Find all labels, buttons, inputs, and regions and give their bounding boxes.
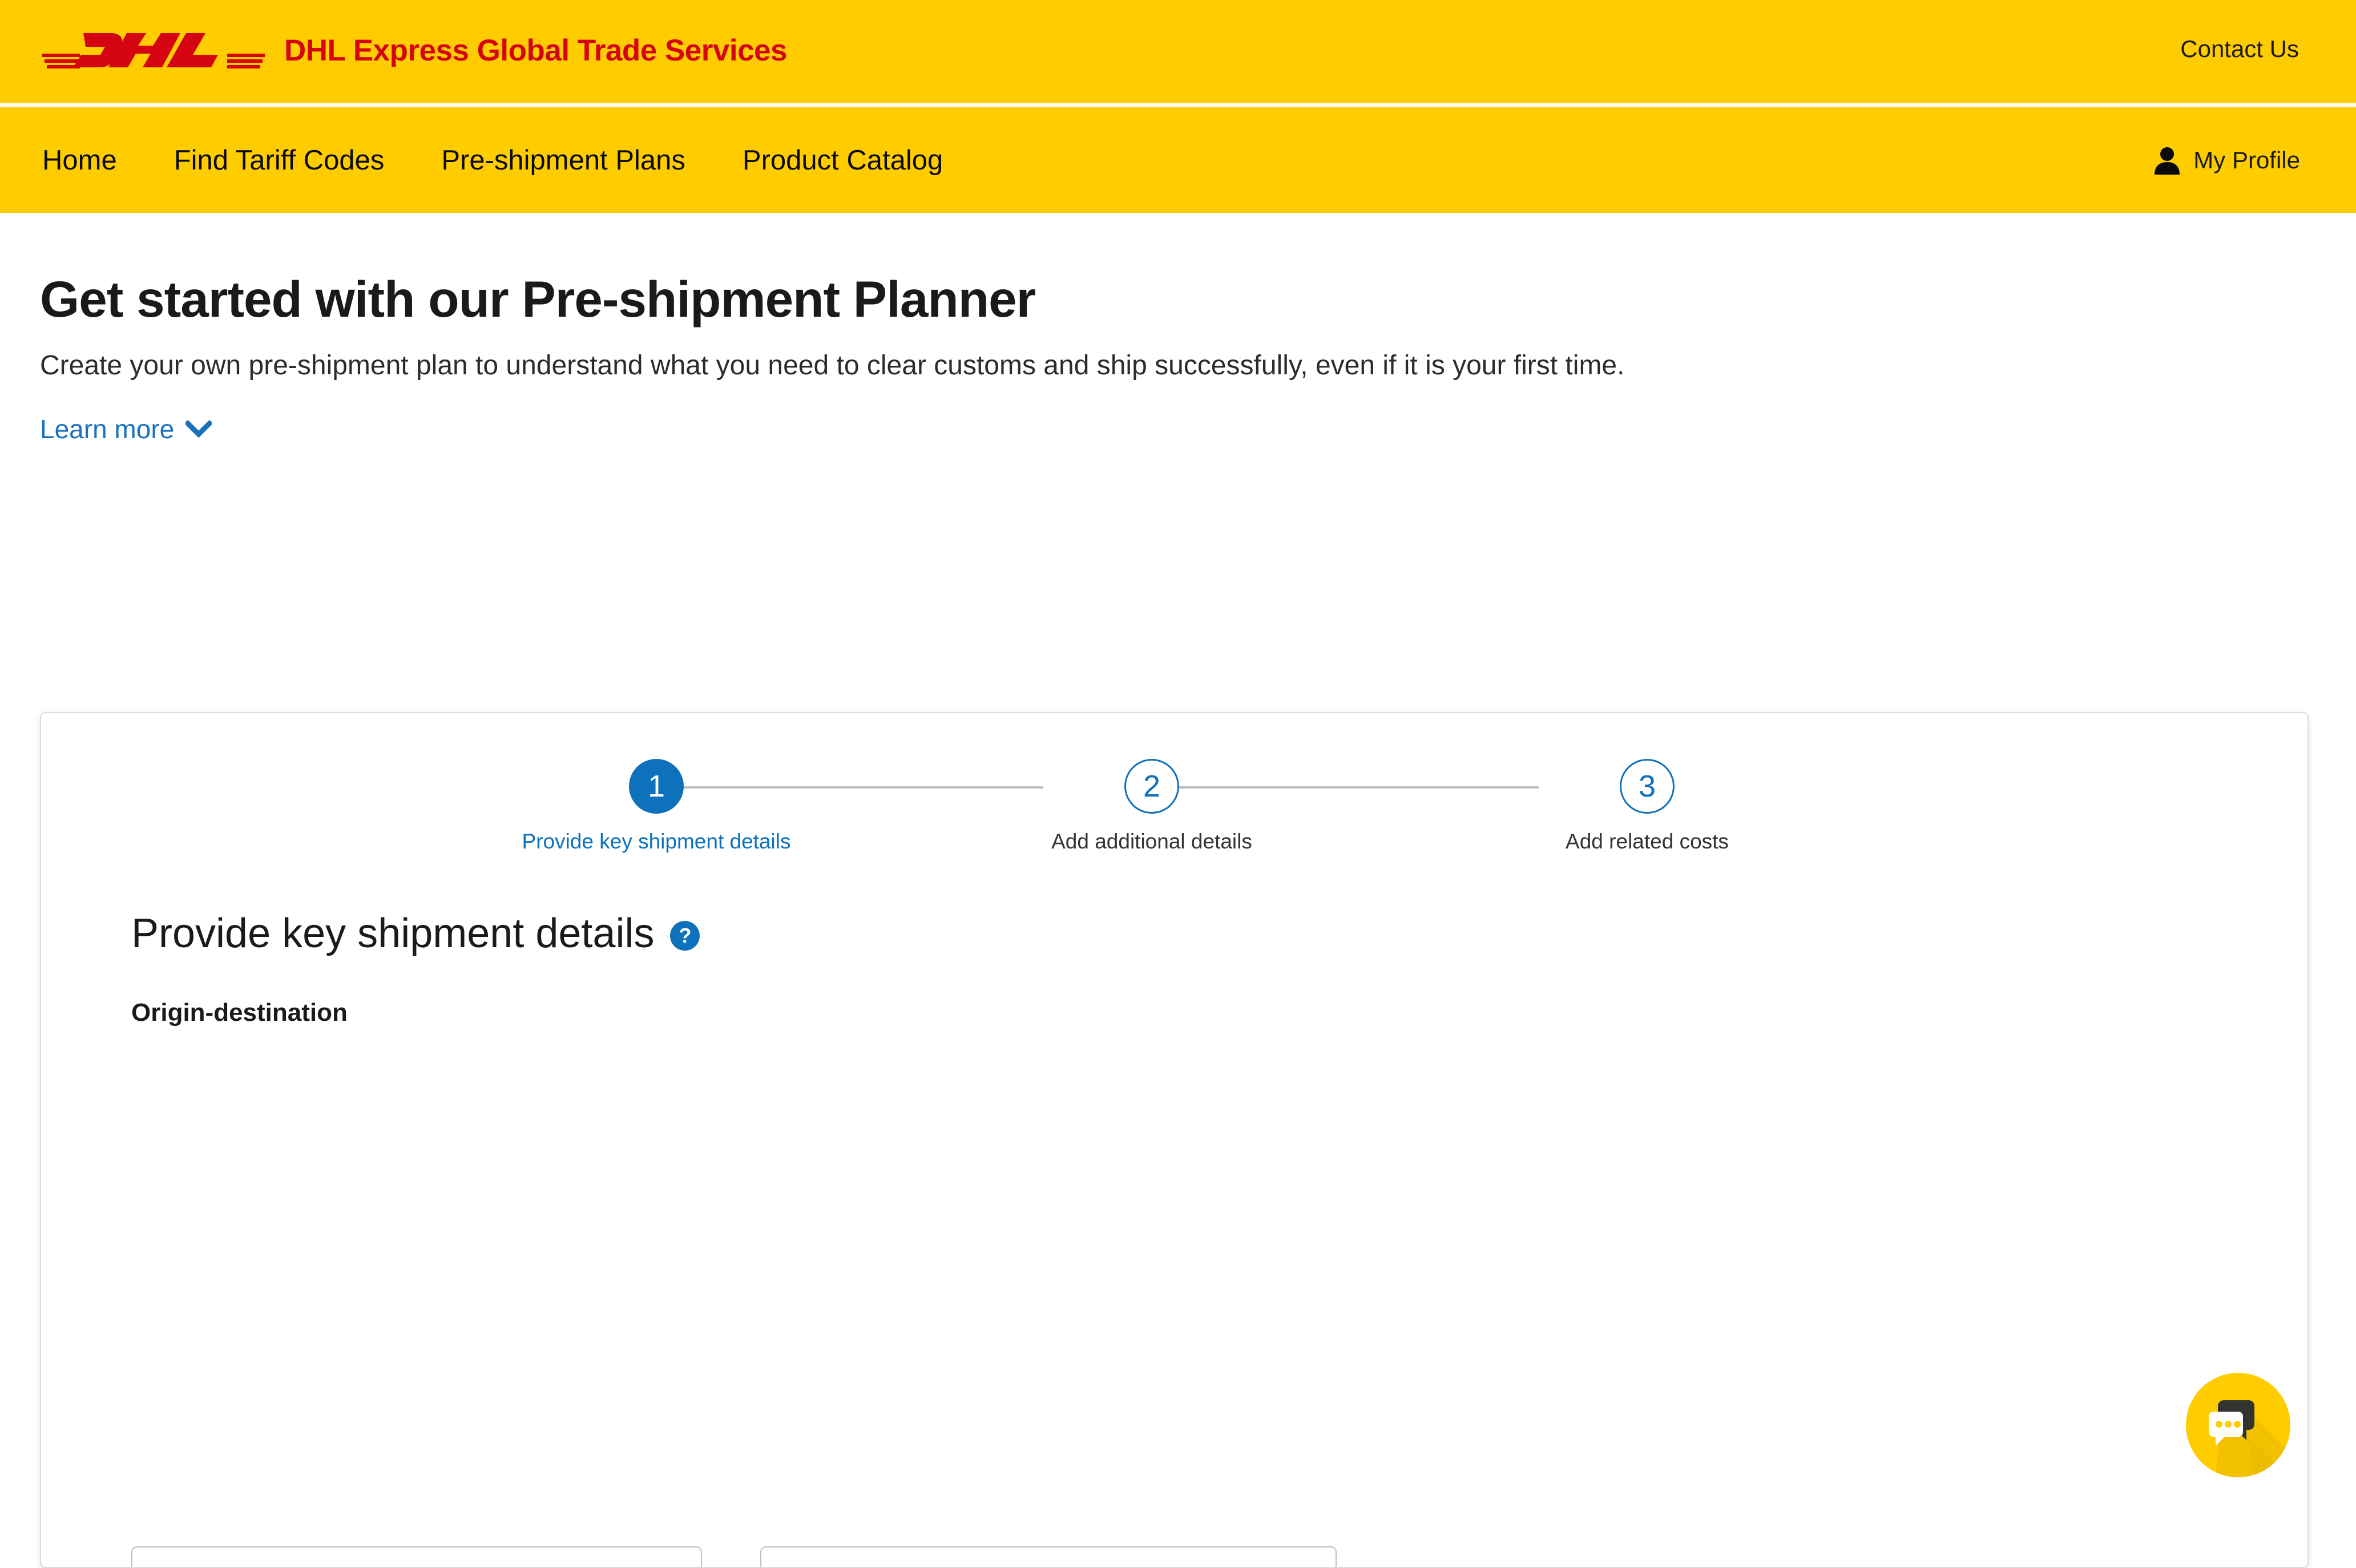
nav-item-find-tariff-codes[interactable]: Find Tariff Codes xyxy=(155,144,404,176)
nav-item-product-catalog[interactable]: Product Catalog xyxy=(723,144,962,176)
importing-country-select[interactable]: Importing country/territory xyxy=(760,1546,1337,1568)
learn-more-label: Learn more xyxy=(40,414,174,444)
brand-bar: DHL Express Global Trade Services Contac… xyxy=(0,0,2356,103)
brand-logo-group[interactable]: DHL Express Global Trade Services xyxy=(42,29,787,72)
my-profile-label: My Profile xyxy=(2193,147,2300,174)
step-connector-2-3 xyxy=(1179,786,1539,789)
step-connector-1-2 xyxy=(684,786,1043,789)
contact-us-link[interactable]: Contact Us xyxy=(2180,35,2299,63)
chevron-down-icon xyxy=(185,421,212,438)
nav-item-pre-shipment-plans[interactable]: Pre-shipment Plans xyxy=(422,144,705,176)
step-2-circle: 2 xyxy=(1124,759,1179,814)
step-3-label: Add related costs xyxy=(1566,830,1729,854)
page-title: Get started with our Pre-shipment Planne… xyxy=(40,270,1035,329)
step-1-circle: 1 xyxy=(629,759,684,814)
section-heading-group: Provide key shipment details ? xyxy=(131,910,700,957)
learn-more-toggle[interactable]: Learn more xyxy=(40,414,212,444)
stepper-step-3[interactable]: 3 Add related costs xyxy=(1487,759,1807,854)
my-profile-button[interactable]: My Profile xyxy=(2153,107,2300,213)
question-mark-icon[interactable]: ? xyxy=(670,921,700,951)
page-subtitle: Create your own pre-shipment plan to und… xyxy=(40,350,1624,381)
step-2-label: Add additional details xyxy=(1051,830,1252,854)
nav-items: Home Find Tariff Codes Pre-shipment Plan… xyxy=(42,107,962,213)
stepper-step-1[interactable]: 1 Provide key shipment details xyxy=(497,759,816,854)
nav-item-home[interactable]: Home xyxy=(42,144,136,176)
chat-widget-button[interactable] xyxy=(2186,1373,2290,1477)
page-body: Get started with our Pre-shipment Planne… xyxy=(0,213,2356,1323)
section-title: Provide key shipment details xyxy=(131,910,654,957)
main-nav: Home Find Tariff Codes Pre-shipment Plan… xyxy=(0,107,2356,213)
origin-destination-label: Origin-destination xyxy=(131,999,348,1027)
chat-bubble-icon xyxy=(2186,1373,2290,1477)
dhl-logo xyxy=(42,29,265,72)
brand-title: DHL Express Global Trade Services xyxy=(284,33,787,68)
progress-stepper: 1 Provide key shipment details 2 Add add… xyxy=(41,759,2309,890)
pre-shipment-planner-card: 1 Provide key shipment details 2 Add add… xyxy=(40,712,2309,1568)
step-1-label: Provide key shipment details xyxy=(522,830,791,854)
step-3-circle: 3 xyxy=(1620,759,1675,814)
exporting-country-select[interactable]: Exporting country/territory xyxy=(131,1546,702,1568)
nav-divider xyxy=(0,103,2356,107)
user-icon xyxy=(2153,146,2181,175)
stepper-step-2[interactable]: 2 Add additional details xyxy=(992,759,1312,854)
